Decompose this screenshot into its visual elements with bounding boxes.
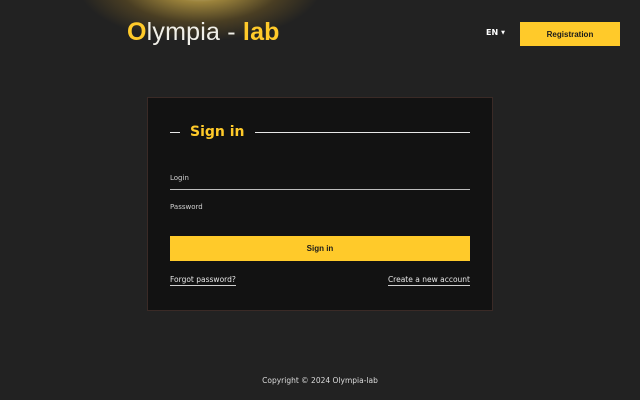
language-selector[interactable]: EN ▼ xyxy=(486,28,505,37)
card-links: Forgot password? Create a new account xyxy=(170,275,470,286)
signin-card-header: Sign in xyxy=(170,122,470,142)
title-dash xyxy=(170,131,180,133)
logo-letter-o: O xyxy=(127,18,147,46)
site-logo[interactable]: Olympia - lab xyxy=(127,16,280,48)
password-label: Password xyxy=(170,203,203,211)
language-label: EN xyxy=(486,28,499,37)
registration-button[interactable]: Registration xyxy=(520,22,620,46)
footer-copyright: Copyright © 2024 Olympia-lab xyxy=(262,376,378,385)
signin-title: Sign in xyxy=(190,124,245,140)
login-underline xyxy=(170,189,470,190)
forgot-password-link[interactable]: Forgot password? xyxy=(170,275,236,286)
login-field[interactable]: Login xyxy=(170,174,470,190)
signin-card: Sign in Login Password Sign in Forgot pa… xyxy=(147,97,493,311)
logo-text: lympia - xyxy=(146,18,243,46)
login-label: Login xyxy=(170,174,189,182)
logo-lab: lab xyxy=(242,18,280,46)
create-account-link[interactable]: Create a new account xyxy=(387,275,470,286)
title-line xyxy=(254,131,470,133)
caret-down-icon: ▼ xyxy=(501,29,506,36)
signin-button[interactable]: Sign in xyxy=(170,236,470,261)
password-field[interactable]: Password xyxy=(170,203,470,211)
